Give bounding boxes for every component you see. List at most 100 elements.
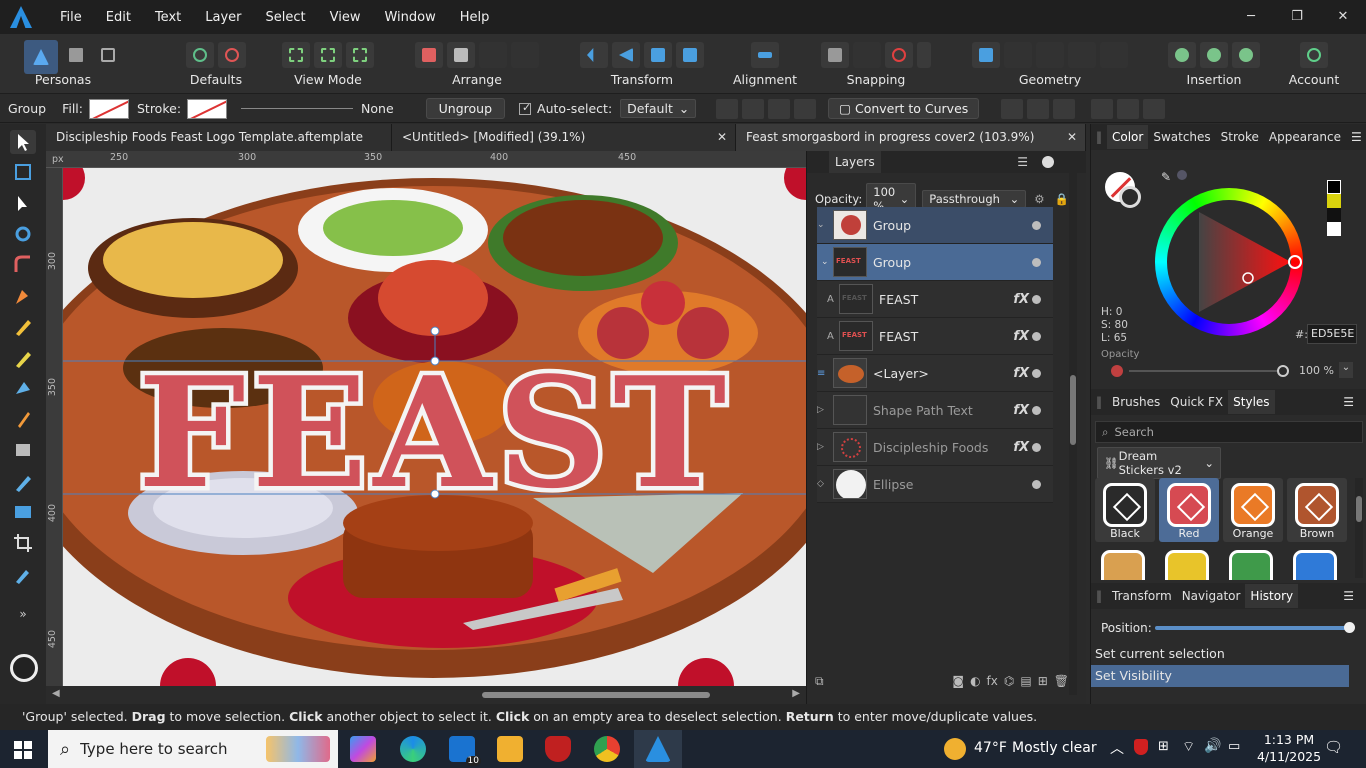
align-bottom-icon[interactable] xyxy=(1143,98,1166,119)
document-canvas[interactable]: FEAST xyxy=(63,168,806,686)
volume-icon[interactable]: 🔊 xyxy=(1204,738,1221,754)
style-preview[interactable] xyxy=(1293,550,1337,580)
account-user-icon[interactable] xyxy=(1300,42,1328,68)
horizontal-scroll-thumb[interactable] xyxy=(482,692,710,698)
tray-network-share-icon[interactable]: ⊞ xyxy=(1158,739,1169,754)
ungroup-button[interactable]: Ungroup xyxy=(425,98,506,119)
visibility-dot-icon[interactable] xyxy=(1032,480,1041,489)
designer-persona-icon[interactable] xyxy=(24,40,58,74)
snapping-grid-icon[interactable] xyxy=(821,42,849,68)
wifi-icon[interactable]: ⌔ xyxy=(1182,738,1195,756)
align-left-icon[interactable] xyxy=(1001,98,1024,119)
swatch-dark[interactable] xyxy=(1327,208,1341,222)
layer-settings-gear-icon[interactable]: ⚙ xyxy=(1034,192,1044,206)
opacity-slider-thumb[interactable] xyxy=(1277,365,1289,377)
stroke-preview-line[interactable] xyxy=(241,108,354,109)
fx-icon[interactable]: fX xyxy=(1013,329,1029,344)
style-preview[interactable] xyxy=(1101,550,1145,580)
divide-geometry-icon[interactable] xyxy=(1100,42,1128,68)
weather-temp[interactable]: 47°F xyxy=(974,740,1007,756)
artboard-tool-icon[interactable] xyxy=(10,160,36,184)
fill-stroke-well-icon[interactable] xyxy=(10,654,38,682)
restore-button[interactable]: ❐ xyxy=(1274,0,1320,34)
layer-row[interactable]: ≡ <Layer> fX xyxy=(817,355,1053,392)
effects-icon[interactable]: fx xyxy=(987,674,998,688)
crop-tool-icon[interactable] xyxy=(10,530,36,554)
tab-quick-fx[interactable]: Quick FX xyxy=(1165,395,1228,409)
mail-icon[interactable]: 10 xyxy=(449,736,481,766)
visibility-dot-icon[interactable] xyxy=(1032,332,1041,341)
fx-icon[interactable]: fX xyxy=(1013,403,1029,418)
visibility-dot-icon[interactable] xyxy=(1032,406,1041,415)
pen-tool-icon[interactable] xyxy=(10,284,36,308)
minimize-button[interactable]: ─ xyxy=(1228,0,1274,34)
snapping-magnet-icon[interactable] xyxy=(885,42,913,68)
autoselect-dropdown[interactable]: Default ⌄ xyxy=(620,99,697,118)
corner-tool-icon[interactable] xyxy=(10,252,36,276)
close-window-button[interactable]: ✕ xyxy=(1320,0,1366,34)
layer-row[interactable]: ▷ Discipleship Foods fX xyxy=(817,429,1053,466)
visibility-dot-icon[interactable] xyxy=(1032,258,1041,267)
tab-history[interactable]: History xyxy=(1245,584,1299,608)
align-top-icon[interactable] xyxy=(1091,98,1114,119)
layer-row[interactable]: ⌄ Group xyxy=(817,207,1053,244)
feast-headline[interactable]: FEAST xyxy=(133,339,733,527)
fill-swatch[interactable] xyxy=(88,98,129,119)
affinity-designer-logo-icon[interactable] xyxy=(10,6,32,28)
rotate-left-icon[interactable] xyxy=(644,42,672,68)
weather-text[interactable]: Mostly clear xyxy=(1012,740,1097,756)
fx-icon[interactable]: fX xyxy=(1013,440,1029,455)
pencil-tool-icon[interactable] xyxy=(10,314,36,338)
panel-menu-icon[interactable]: ☰ xyxy=(1338,395,1359,409)
live-filter-icon[interactable]: ⌬ xyxy=(1004,674,1014,688)
affinity-taskbar-button[interactable] xyxy=(634,730,682,768)
layer-masks-icon[interactable]: ⧉ xyxy=(815,674,824,689)
fx-icon[interactable]: fX xyxy=(1013,366,1029,381)
color-picker-tool-icon[interactable] xyxy=(10,562,36,586)
intersect-geometry-icon[interactable] xyxy=(1036,42,1064,68)
gradient-tool-icon[interactable] xyxy=(10,470,36,494)
distribute-icon[interactable] xyxy=(768,98,791,119)
layer-row[interactable]: ⌄ FEAST Group xyxy=(817,244,1053,281)
file-explorer-icon[interactable] xyxy=(497,736,523,762)
style-brown[interactable]: Brown xyxy=(1287,478,1347,542)
transparency-tool-icon[interactable] xyxy=(10,438,36,462)
insert-top-icon[interactable] xyxy=(1200,42,1228,68)
transform-origin-icon[interactable] xyxy=(716,98,739,119)
flip-horizontal-icon[interactable] xyxy=(580,42,608,68)
align-center-icon[interactable] xyxy=(1027,98,1050,119)
opacity-slider[interactable] xyxy=(1129,370,1279,372)
close-panel-icon[interactable] xyxy=(1042,156,1054,168)
close-tab-icon[interactable]: ✕ xyxy=(1067,124,1077,151)
tab-stroke[interactable]: Stroke xyxy=(1216,130,1264,144)
more-tools-icon[interactable]: » xyxy=(10,602,36,626)
move-to-front-icon[interactable] xyxy=(511,42,539,68)
visibility-dot-icon[interactable] xyxy=(1032,443,1041,452)
layers-scrollbar[interactable] xyxy=(1069,155,1077,695)
point-transform-tool-icon[interactable] xyxy=(10,222,36,246)
rotate-right-icon[interactable] xyxy=(676,42,704,68)
history-slider-thumb[interactable] xyxy=(1344,622,1355,633)
tab-appearance[interactable]: Appearance xyxy=(1264,130,1346,144)
place-image-tool-icon[interactable] xyxy=(10,500,36,524)
weather-moon-icon[interactable] xyxy=(944,738,966,760)
visibility-dot-icon[interactable] xyxy=(1032,221,1041,230)
expand-chevron-icon[interactable]: ⌄ xyxy=(817,220,833,230)
scroll-left-icon[interactable]: ◀ xyxy=(52,688,60,699)
stroke-style-value[interactable]: None xyxy=(361,101,394,116)
clock-date[interactable]: 4/11/2025 xyxy=(1254,749,1324,764)
clock-time[interactable]: 1:13 PM xyxy=(1258,732,1320,747)
menu-edit[interactable]: Edit xyxy=(94,10,143,25)
menu-select[interactable]: Select xyxy=(254,10,318,25)
swatch-white[interactable] xyxy=(1327,222,1341,236)
tab-color[interactable]: Color xyxy=(1107,125,1149,149)
stroke-swatch[interactable] xyxy=(187,98,228,119)
subtract-geometry-icon[interactable] xyxy=(1004,42,1032,68)
stroke-color-well-icon[interactable] xyxy=(1119,186,1141,208)
adjustment-icon[interactable]: ◐ xyxy=(970,674,980,688)
eyedropper-icon[interactable]: ✎ xyxy=(1161,170,1175,184)
snapping-toggle-icon[interactable] xyxy=(853,42,881,68)
insert-inside-icon[interactable] xyxy=(1232,42,1260,68)
tab-untitled[interactable]: <Untitled> [Modified] (39.1%) ✕ xyxy=(392,124,736,151)
sync-defaults-icon[interactable] xyxy=(186,42,214,68)
